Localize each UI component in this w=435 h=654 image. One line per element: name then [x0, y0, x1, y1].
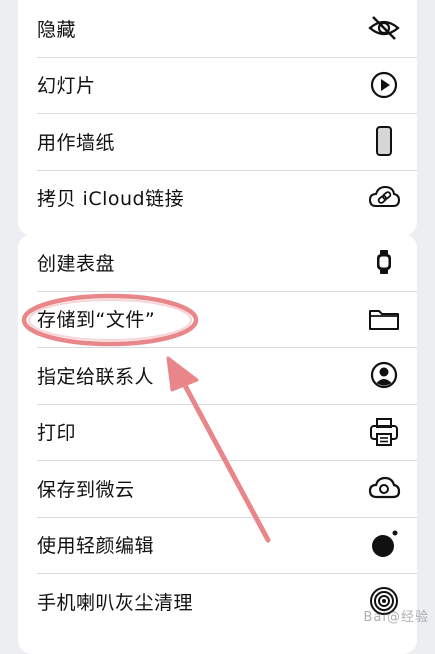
menu-item-label: 打印 — [37, 422, 77, 445]
menu-item-label: 隐藏 — [37, 18, 77, 41]
black-dot-icon — [367, 528, 401, 562]
printer-icon — [367, 415, 401, 449]
watermark: Bai@经验 — [363, 610, 429, 625]
menu-item-label: 手机喇叭灰尘清理 — [37, 591, 194, 614]
menu-item-hide[interactable]: 隐藏 — [18, 0, 417, 57]
menu-item-label: 拷贝 iCloud链接 — [37, 188, 185, 211]
menu-item-save-to-files[interactable]: 存储到“文件” — [18, 290, 417, 348]
menu-item-label: 用作墙纸 — [37, 131, 116, 154]
action-group-1: 隐藏 幻灯片 用作墙纸 拷贝 iCloud链接 — [18, 0, 417, 236]
menu-item-save-to-weiyun[interactable]: 保存到微云 — [18, 460, 417, 517]
watch-icon — [367, 245, 401, 279]
cloud-link-icon — [367, 181, 401, 215]
menu-item-label: 存储到“文件” — [37, 309, 156, 332]
menu-item-label: 使用轻颜编辑 — [37, 535, 155, 558]
phone-icon — [367, 124, 401, 158]
weiyun-cloud-icon — [367, 471, 401, 505]
play-circle-icon — [367, 68, 401, 102]
menu-item-speaker-dust-clean[interactable]: 手机喇叭灰尘清理 — [18, 573, 417, 630]
eye-slash-icon — [367, 11, 401, 45]
menu-item-create-watch-face[interactable]: 创建表盘 — [18, 234, 417, 291]
menu-item-label: 幻灯片 — [37, 75, 96, 98]
menu-item-assign-to-contact[interactable]: 指定给联系人 — [18, 347, 417, 404]
menu-item-label: 指定给联系人 — [37, 365, 155, 388]
menu-item-slideshow[interactable]: 幻灯片 — [18, 56, 417, 114]
menu-item-label: 创建表盘 — [37, 252, 116, 275]
action-group-2: 创建表盘 存储到“文件” 指定给联系人 打印 保存到微云 使用轻颜编辑 手机喇叭… — [18, 234, 417, 654]
menu-item-copy-icloud-link[interactable]: 拷贝 iCloud链接 — [18, 169, 417, 227]
menu-item-edit-with-qingyan[interactable]: 使用轻颜编辑 — [18, 516, 417, 574]
menu-item-label: 保存到微云 — [37, 478, 135, 501]
menu-item-print[interactable]: 打印 — [18, 403, 417, 461]
menu-item-use-as-wallpaper[interactable]: 用作墙纸 — [18, 113, 417, 170]
folder-icon — [367, 302, 401, 336]
person-circle-icon — [367, 358, 401, 392]
